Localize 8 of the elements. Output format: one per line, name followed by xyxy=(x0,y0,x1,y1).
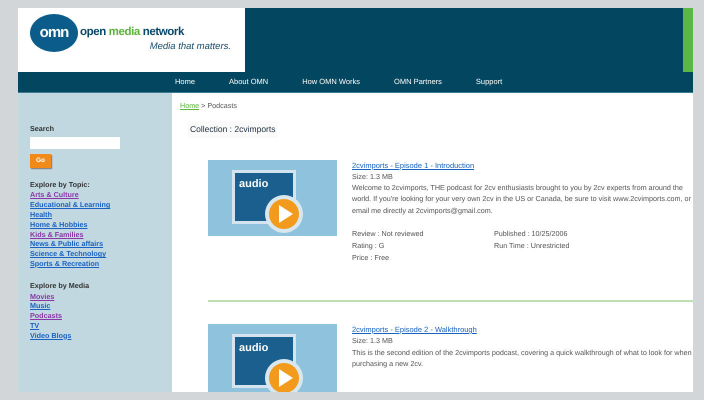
thumbnail-label: audio xyxy=(239,176,268,192)
logo-name: open media network xyxy=(80,25,184,40)
search-field[interactable] xyxy=(30,136,120,149)
collection-title: Collection : 2cvimports xyxy=(188,120,278,138)
tagline: Media that matters. xyxy=(150,40,231,54)
logo-mark: omn xyxy=(30,14,78,52)
header-accent-bar xyxy=(683,8,693,72)
thumbnail-label: audio xyxy=(239,341,268,356)
